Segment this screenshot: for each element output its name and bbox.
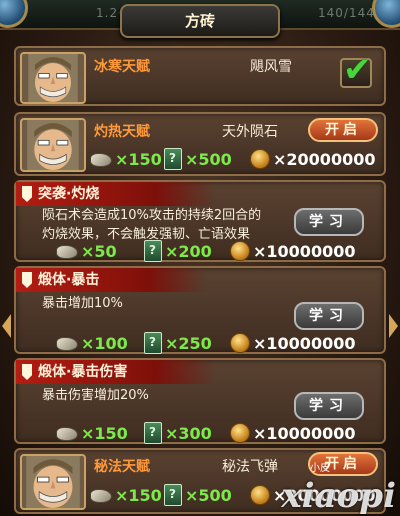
skill-description: 暴击伤害增加20%	[42, 386, 149, 405]
checkmark-icon: ✔	[343, 50, 372, 90]
talent-skill: 飓风雪	[250, 59, 292, 75]
ore-cost: ×50	[56, 242, 117, 261]
ore-icon	[56, 336, 78, 351]
book-cost-value: ×500	[185, 485, 232, 505]
watermark-small-text: 小皮	[310, 463, 330, 474]
skill-description-line: 暴击伤害增加20%	[42, 388, 149, 403]
skill-description: 暴击增加10%	[42, 294, 123, 313]
gold-cost-value: ×20000000	[273, 149, 376, 169]
talent-panel-ice[interactable]: 冰寒天赋 飓风雪 ✔	[14, 46, 386, 106]
hero-portrait	[20, 454, 86, 510]
learn-button[interactable]: 学习	[294, 302, 364, 330]
book-cost: ×500	[164, 148, 232, 170]
talent-type: 冰寒天赋	[94, 59, 150, 75]
book-cost-value: ×500	[185, 149, 232, 169]
open-talent-button[interactable]: 开启	[308, 118, 378, 142]
talent-skill: 秘法飞弹	[222, 459, 278, 475]
talent-type: 秘法天赋	[94, 459, 150, 475]
gold-cost-value: ×10000000	[253, 423, 356, 443]
status-text-right: 140/144	[318, 6, 375, 20]
gem-ornament-left	[0, 0, 28, 28]
skill-book-icon	[144, 332, 162, 354]
watermark-logo: xiaopi	[281, 476, 396, 516]
skill-book-icon	[144, 422, 162, 444]
hero-portrait	[20, 52, 86, 104]
gold-coin-icon	[250, 485, 270, 505]
ore-icon	[56, 426, 78, 441]
ore-cost: ×150	[56, 424, 128, 443]
learn-button[interactable]: 学习	[294, 392, 364, 420]
ore-cost-value: ×150	[81, 424, 128, 443]
hero-face-icon	[28, 54, 78, 102]
hero-face-icon	[26, 456, 80, 508]
book-cost: ×200	[144, 240, 212, 262]
ore-cost-value: ×150	[115, 486, 162, 505]
ore-cost-value: ×100	[81, 334, 128, 353]
gold-coin-icon	[230, 333, 250, 353]
skill-panel: 煅体·暴击 暴击增加10% 学习 ×100 ×250 ×10000000	[14, 266, 386, 354]
book-cost: ×300	[144, 422, 212, 444]
gold-coin-icon	[230, 241, 250, 261]
hero-portrait	[20, 118, 86, 172]
ore-cost: ×150	[90, 486, 162, 505]
book-cost-value: ×200	[165, 241, 212, 261]
gold-cost-value: ×10000000	[253, 241, 356, 261]
scroll-left-arrow-icon[interactable]	[2, 314, 11, 338]
ore-icon	[90, 152, 112, 167]
skill-name: 突袭·灼烧	[16, 182, 216, 206]
skill-description-line: 暴击增加10%	[42, 296, 123, 311]
gold-cost: ×10000000	[230, 241, 355, 261]
ore-cost-value: ×50	[81, 242, 117, 261]
page-title: 方砖	[120, 4, 280, 38]
book-cost: ×250	[144, 332, 212, 354]
skill-book-icon	[164, 484, 182, 506]
gold-cost: ×10000000	[230, 333, 355, 353]
skill-name: 煅体·暴击伤害	[16, 360, 216, 384]
skill-description: 陨石术会造成10%攻击的持续2回合的 灼烧效果，不会触发强韧、亡语效果	[42, 206, 261, 244]
ore-cost: ×150	[90, 150, 162, 169]
ore-icon	[56, 244, 78, 259]
talent-select-checkbox[interactable]: ✔	[340, 50, 372, 90]
book-cost-value: ×250	[165, 333, 212, 353]
gold-coin-icon	[250, 149, 270, 169]
skill-description-line: 陨石术会造成10%攻击的持续2回合的	[42, 208, 262, 223]
gold-cost: ×10000000	[230, 423, 355, 443]
ore-cost-value: ×150	[115, 150, 162, 169]
learn-button[interactable]: 学习	[294, 208, 364, 236]
book-cost: ×500	[164, 484, 232, 506]
skill-book-icon	[164, 148, 182, 170]
gold-coin-icon	[230, 423, 250, 443]
talent-skill: 天外陨石	[222, 124, 278, 140]
gem-ornament-right	[372, 0, 400, 28]
skill-name: 煅体·暴击	[16, 268, 206, 292]
skill-panel: 煅体·暴击伤害 暴击伤害增加20% 学习 ×150 ×300 ×10000000	[14, 358, 386, 444]
gold-cost: ×20000000	[250, 149, 375, 169]
talent-type: 灼热天赋	[94, 124, 150, 140]
talent-panel-fire[interactable]: 灼热天赋 天外陨石 开启 ×150 ×500 ×20000000	[14, 112, 386, 176]
gold-cost-value: ×10000000	[253, 333, 356, 353]
hero-face-icon	[27, 120, 79, 170]
ore-icon	[90, 488, 112, 503]
book-cost-value: ×300	[165, 423, 212, 443]
skill-book-icon	[144, 240, 162, 262]
scroll-right-arrow-icon[interactable]	[389, 314, 398, 338]
skill-panel: 突袭·灼烧 陨石术会造成10%攻击的持续2回合的 灼烧效果，不会触发强韧、亡语效…	[14, 180, 386, 262]
ore-cost: ×100	[56, 334, 128, 353]
